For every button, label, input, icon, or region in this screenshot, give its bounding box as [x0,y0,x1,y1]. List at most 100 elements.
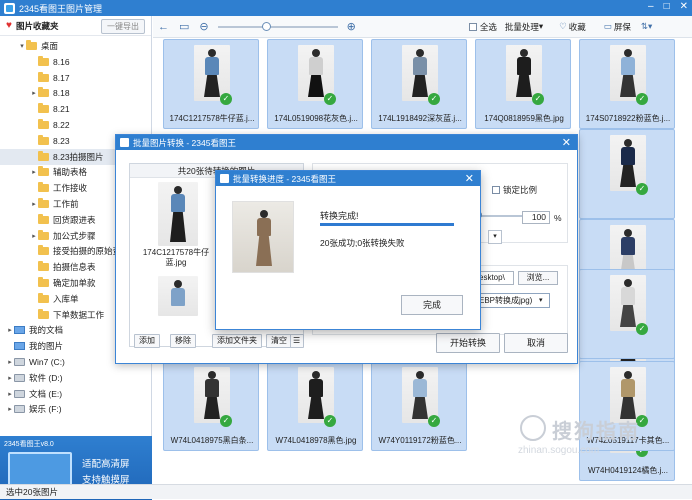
photo-bottom [620,165,636,187]
sidebar-item-label: 桌面 [41,41,59,51]
list-thumbnail[interactable]: 174C1217578牛仔蓝.jpg [143,182,209,270]
photo [158,276,198,316]
expand-arrow-icon[interactable]: ▸ [30,168,38,176]
sidebar-item[interactable]: ▾ 桌面 [0,38,150,54]
export-button[interactable]: 一键导出 [101,19,145,34]
folder-icon [38,182,49,193]
thumbnail-caption: 174C1217578牛仔蓝.j... [169,114,255,123]
sidebar-item[interactable]: ▸ 8.18 [0,85,150,101]
thumbnail[interactable]: ✓ [579,269,675,359]
expand-arrow-icon[interactable]: ▾ [18,42,26,50]
list-view-icon[interactable]: ☰ [290,334,304,348]
convert-status: 转换完成! [320,211,359,221]
expand-arrow-icon[interactable]: ▸ [30,232,38,240]
close-icon[interactable]: ✕ [562,136,571,149]
expand-arrow-icon[interactable]: ▸ [6,390,14,398]
add-folder-button[interactable]: 添加文件夹 [212,334,262,348]
zoom-out-icon[interactable]: ⊖ [199,20,208,33]
folder-icon [38,229,49,240]
sidebar-item[interactable]: ▸ 娱乐 (F:) [0,401,150,417]
keep-ratio-checkbox[interactable]: 锁定比例 [492,184,537,196]
check-icon: ✓ [532,93,544,105]
close-icon[interactable]: ✕ [680,1,688,12]
thumbnail[interactable]: ✓ 174L1918492深灰蓝.j... [371,39,467,129]
select-all-checkbox[interactable]: 全选 [468,21,497,33]
check-icon: ✓ [324,415,336,427]
progress-bar [320,223,454,226]
zoom-slider[interactable] [217,21,338,31]
thumbnail-caption: W74Y0119172粉蓝色... [378,436,462,445]
keep-ratio-label: 锁定比例 [503,185,538,195]
expand-arrow-icon[interactable]: ▸ [6,326,14,334]
photo-bottom [412,75,428,97]
zoom-slider-knob[interactable] [261,21,271,31]
checkbox-box[interactable] [468,22,477,31]
folder-icon [38,103,49,114]
thumbnail-caption: 174L0519098花灰色.j... [274,114,358,123]
quality-input[interactable]: 100 [522,211,550,224]
photo-head [624,371,632,379]
thumbnail-caption: 174S0718922粉蓝色.j... [585,114,671,123]
batch-menu[interactable]: 批量处理 ▾ [505,21,543,33]
expand-arrow-icon[interactable]: ▸ [30,89,38,97]
photo-bottom [620,75,636,97]
photo-head [624,139,632,147]
expand-arrow-icon[interactable]: ▸ [30,200,38,208]
add-button[interactable]: 添加 [134,334,160,348]
fullscreen-button[interactable]: ▭ 屏保 [604,21,631,33]
sidebar-item-label: Win7 (C:) [29,357,65,367]
batch-label: 批量处理 [504,21,539,32]
sidebar-item[interactable]: 8.22 [0,117,150,133]
convert-result: 20张成功;0张转换失败 [320,238,405,248]
chevron-down-icon: ▾ [539,297,543,304]
check-icon: ✓ [636,93,648,105]
finish-button[interactable]: 完成 [401,295,463,315]
minimize-icon[interactable]: – [648,1,654,12]
sort-button[interactable]: ⇅▾ [641,21,652,32]
expand-arrow-icon[interactable]: ▸ [6,405,14,413]
check-icon: ✓ [428,93,440,105]
thumbnail[interactable]: ✓ 174S0718922粉蓝色.j... [579,39,675,129]
maximize-icon[interactable]: □ [664,1,670,12]
zoom-in-icon[interactable]: ⊕ [347,20,356,33]
remove-button[interactable]: 移除 [170,334,196,348]
sidebar-item[interactable]: 8.17 [0,70,150,86]
expand-arrow-icon[interactable]: ▸ [6,358,14,366]
thumbnail[interactable]: ✓ [579,129,675,219]
sidebar-item-label: 确定加单款 [53,278,96,288]
folder-icon [14,342,25,351]
thumbnail[interactable]: ✓ W74Y0119172粉蓝色... [371,361,467,451]
clear-button[interactable]: 清空 [266,334,292,348]
thumbnail[interactable]: ✓ W74L0418978黑色.jpg [267,361,363,451]
check-icon: ✓ [636,323,648,335]
sidebar-item-label: 文档 (E:) [29,388,63,399]
progress-dialog-titlebar: 批量转换进度 - 2345看图王 ✕ [216,171,480,186]
thumbnail[interactable]: ✓ W74L0418975黑白条... [163,361,259,451]
folder-up-icon[interactable]: ▭ [179,20,189,33]
expand-arrow-icon[interactable]: ▸ [6,374,14,382]
thumbnail[interactable]: ✓ 174Q0818959黑色.jpg [475,39,571,129]
sidebar-item-label: 下单数据工作 [53,309,105,320]
sidebar-item[interactable]: ▸ 软件 (D:) [0,370,150,386]
sidebar-item[interactable]: ▸ 文档 (E:) [0,386,150,402]
browse-button[interactable]: 浏览... [518,271,558,285]
quality-slider[interactable] [474,211,522,219]
thumbnail[interactable]: ✓ 174C1217578牛仔蓝.j... [163,39,259,129]
sidebar-item-label: 工作接收 [53,183,88,194]
thumbnail[interactable]: ✓ 174L0519098花灰色.j... [267,39,363,129]
back-icon[interactable]: ← [158,21,169,33]
watermark-text: 搜狗指南 [552,421,640,443]
thumbnail-caption: W74H0419124橘色.j... [587,466,669,475]
checkbox-box[interactable] [492,186,500,194]
cancel-button[interactable]: 取消 [504,333,568,353]
sidebar-item[interactable]: 8.21 [0,101,150,117]
close-icon[interactable]: ✕ [465,172,474,185]
sidebar-item-label: 8.16 [53,56,70,67]
sidebar-item-label: 8.17 [53,72,70,83]
chevron-down-icon[interactable]: ▾ [488,230,502,244]
sidebar-item[interactable]: 8.16 [0,54,150,70]
photo-top [171,288,185,306]
sidebar-item-label: 软件 (D:) [29,372,63,383]
favorite-button[interactable]: ♡ 收藏 [559,21,586,33]
start-convert-button[interactable]: 开始转换 [436,333,500,353]
